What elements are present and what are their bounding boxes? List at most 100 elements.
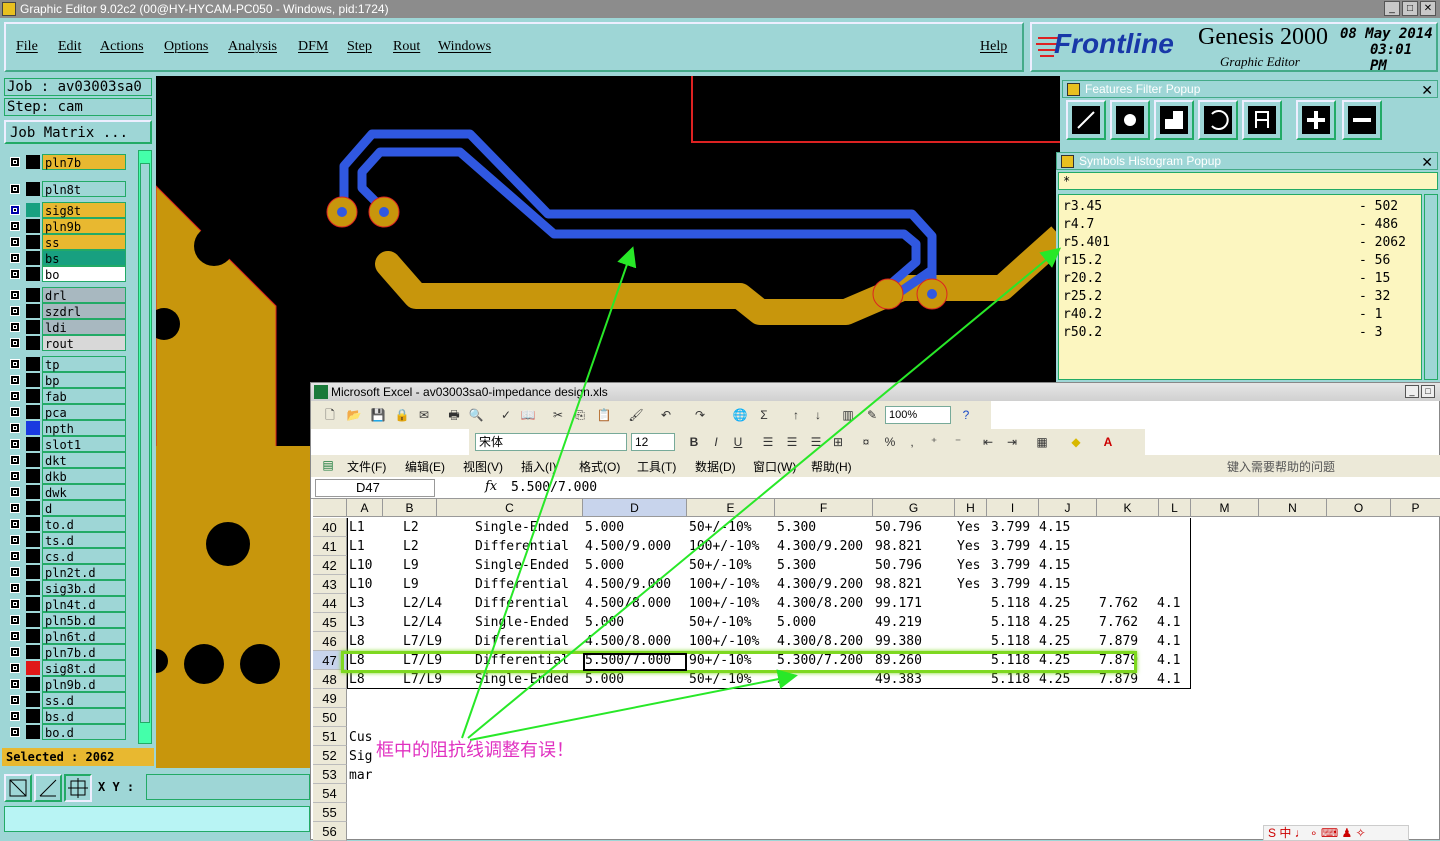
table-cell[interactable]: L10: [349, 556, 372, 575]
layer-name[interactable]: bs: [42, 250, 126, 266]
layer-checkbox[interactable]: [10, 679, 20, 689]
scrollbar-thumb[interactable]: [140, 163, 150, 723]
histogram-symbol[interactable]: r5.401: [1063, 235, 1110, 250]
layer-name[interactable]: rout: [42, 335, 126, 351]
table-cell[interactable]: 5.000: [585, 518, 624, 537]
layer-checkbox[interactable]: [10, 306, 20, 316]
table-cell[interactable]: Differential: [475, 575, 569, 594]
layer-list-scrollbar[interactable]: [138, 150, 152, 744]
row-header[interactable]: 52: [313, 746, 347, 765]
filter-surface-button[interactable]: [1154, 100, 1194, 140]
table-cell[interactable]: 5.300: [777, 556, 816, 575]
histogram-symbol[interactable]: r50.2: [1063, 325, 1102, 340]
menu-help[interactable]: Help: [980, 39, 1007, 55]
table-cell[interactable]: 4.300/9.200: [777, 575, 863, 594]
layer-checkbox[interactable]: [10, 631, 20, 641]
table-cell[interactable]: L8: [349, 632, 365, 651]
layer-checkbox[interactable]: [10, 647, 20, 657]
histogram-filter-input[interactable]: *: [1058, 172, 1438, 190]
layer-row-pln4t-d[interactable]: pln4t.d: [4, 596, 126, 612]
menu-windows[interactable]: Windows: [438, 39, 491, 55]
table-cell[interactable]: 4.15: [1039, 537, 1070, 556]
histogram-symbol[interactable]: r25.2: [1063, 289, 1102, 304]
histogram-symbol[interactable]: r4.7: [1063, 217, 1094, 232]
layer-name[interactable]: bp: [42, 372, 126, 388]
table-cell[interactable]: 5.000: [585, 556, 624, 575]
layer-row-pln7b[interactable]: pln7b: [4, 154, 126, 170]
layer-row-ss-d[interactable]: ss.d: [4, 692, 126, 708]
layer-row-bo-d[interactable]: bo.d: [4, 724, 126, 740]
layer-row-dkb[interactable]: dkb: [4, 468, 126, 484]
column-header[interactable]: E: [687, 499, 775, 517]
layer-row-pln7b-d[interactable]: pln7b.d: [4, 644, 126, 660]
layer-row-pln8t[interactable]: pln8t: [4, 181, 126, 197]
layer-checkbox[interactable]: [10, 338, 20, 348]
table-cell[interactable]: Single-Ended: [475, 518, 569, 537]
table-cell[interactable]: 50.796: [875, 556, 922, 575]
layer-checkbox[interactable]: [10, 205, 20, 215]
layer-row-slot1[interactable]: slot1: [4, 436, 126, 452]
layer-row-pln9b[interactable]: pln9b: [4, 218, 126, 234]
filter-add-button[interactable]: [1296, 100, 1336, 140]
table-cell[interactable]: L1: [349, 537, 365, 556]
layer-row-pca[interactable]: pca: [4, 404, 126, 420]
table-cell[interactable]: 50+/-10%: [689, 518, 752, 537]
layer-name[interactable]: ss.d: [42, 692, 126, 708]
table-cell[interactable]: 5.118: [991, 632, 1030, 651]
layer-name[interactable]: bo.d: [42, 724, 126, 740]
table-cell[interactable]: 4.500/8.000: [585, 594, 671, 613]
layer-name[interactable]: fab: [42, 388, 126, 404]
histogram-symbol[interactable]: r40.2: [1063, 307, 1102, 322]
table-cell[interactable]: 3.799: [991, 575, 1030, 594]
table-cell[interactable]: Yes: [957, 537, 980, 556]
layer-checkbox[interactable]: [10, 439, 20, 449]
row-header[interactable]: 51: [313, 727, 347, 746]
layer-checkbox[interactable]: [10, 423, 20, 433]
row-header[interactable]: 53: [313, 765, 347, 784]
layer-row-rout[interactable]: rout: [4, 335, 126, 351]
table-cell[interactable]: Single-Ended: [475, 613, 569, 632]
layer-checkbox[interactable]: [10, 487, 20, 497]
layer-name[interactable]: sig8t: [42, 202, 126, 218]
layer-row-pln6t-d[interactable]: pln6t.d: [4, 628, 126, 644]
layer-checkbox[interactable]: [10, 567, 20, 577]
layer-name[interactable]: drl: [42, 287, 126, 303]
column-header[interactable]: K: [1097, 499, 1159, 517]
layer-name[interactable]: tp: [42, 356, 126, 372]
layer-checkbox[interactable]: [10, 269, 20, 279]
layer-name[interactable]: pln7b.d: [42, 644, 126, 660]
table-cell[interactable]: L3: [349, 594, 365, 613]
filter-arc-button[interactable]: [1198, 100, 1238, 140]
layer-checkbox[interactable]: [10, 322, 20, 332]
layer-checkbox[interactable]: [10, 407, 20, 417]
layer-name[interactable]: pln7b: [42, 154, 126, 170]
table-cell[interactable]: L10: [349, 575, 372, 594]
note-cell[interactable]: Cus: [349, 728, 372, 747]
column-header[interactable]: B: [383, 499, 437, 517]
layer-checkbox[interactable]: [10, 221, 20, 231]
table-cell[interactable]: 99.380: [875, 632, 922, 651]
layer-name[interactable]: dkt: [42, 452, 126, 468]
layer-name[interactable]: d: [42, 500, 126, 516]
column-header[interactable]: N: [1259, 499, 1327, 517]
table-cell[interactable]: 5.000: [585, 613, 624, 632]
table-cell[interactable]: 4.25: [1039, 613, 1070, 632]
layer-name[interactable]: pca: [42, 404, 126, 420]
histogram-symbol[interactable]: r15.2: [1063, 253, 1102, 268]
table-cell[interactable]: 4.1: [1157, 670, 1180, 689]
table-cell[interactable]: Yes: [957, 518, 980, 537]
menu-step[interactable]: Step: [347, 39, 372, 55]
layer-checkbox[interactable]: [10, 503, 20, 513]
layer-checkbox[interactable]: [10, 471, 20, 481]
snap-grid-button[interactable]: [64, 774, 92, 802]
column-header[interactable]: I: [987, 499, 1039, 517]
table-cell[interactable]: 100+/-10%: [689, 594, 759, 613]
table-cell[interactable]: 4.1: [1157, 651, 1180, 670]
table-cell[interactable]: 4.25: [1039, 594, 1070, 613]
menu-options[interactable]: Options: [164, 39, 208, 55]
spreadsheet-grid[interactable]: A B C D E F G H I J K L M N O P 40 41 42 43 44 45 46 47 48 49 50 51…: [311, 383, 1440, 841]
filter-pad-button[interactable]: [1110, 100, 1150, 140]
layer-checkbox[interactable]: [10, 583, 20, 593]
layer-checkbox[interactable]: [10, 663, 20, 673]
column-header[interactable]: F: [775, 499, 873, 517]
